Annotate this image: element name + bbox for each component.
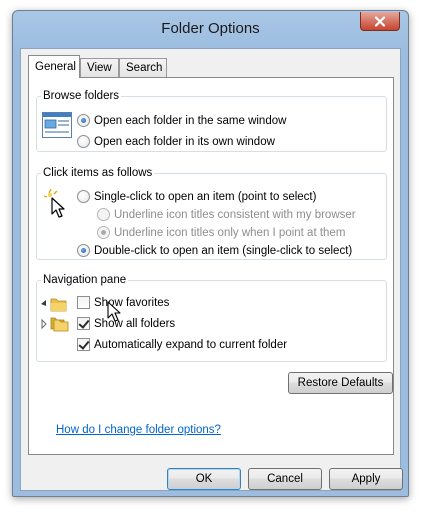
radio-double-click-label: Double-click to open an item (single-cli… xyxy=(94,244,353,257)
radio-button[interactable] xyxy=(77,114,90,127)
window-title: Folder Options xyxy=(161,20,260,37)
expanded-folder-icon xyxy=(41,298,67,312)
general-tab-panel: Browse folders Open each folder in the s… xyxy=(28,77,394,455)
radio-underline-point-label: Underline icon titles only when I point … xyxy=(114,226,346,239)
pointer-click-icon xyxy=(44,189,65,218)
radio-double-click[interactable]: Double-click to open an item (single-cli… xyxy=(77,244,352,257)
tab-general[interactable]: General xyxy=(28,55,80,78)
help-link[interactable]: How do I change folder options? xyxy=(56,424,221,436)
restore-defaults-button[interactable]: Restore Defaults xyxy=(288,372,393,394)
radio-same-window[interactable]: Open each folder in the same window xyxy=(77,114,286,127)
radio-own-window-label: Open each folder in its own window xyxy=(94,135,275,148)
radio-button[interactable] xyxy=(97,226,110,239)
ok-button[interactable]: OK xyxy=(167,468,241,490)
close-icon xyxy=(374,15,386,27)
browse-folders-legend: Browse folders xyxy=(43,90,120,102)
radio-button[interactable] xyxy=(77,190,90,203)
collapsed-folders-icon xyxy=(41,317,69,332)
checkbox[interactable] xyxy=(77,296,90,309)
radio-own-window[interactable]: Open each folder in its own window xyxy=(77,135,275,148)
radio-underline-browser[interactable]: Underline icon titles consistent with my… xyxy=(97,208,356,221)
cancel-button[interactable]: Cancel xyxy=(248,468,322,490)
checkbox-show-all-folders[interactable]: Show all folders xyxy=(77,317,175,330)
radio-button[interactable] xyxy=(77,135,90,148)
checkbox-auto-expand-label: Automatically expand to current folder xyxy=(94,338,288,351)
radio-same-window-label: Open each folder in the same window xyxy=(94,114,287,127)
checkbox-show-all-folders-label: Show all folders xyxy=(94,317,176,330)
checkbox-show-favorites-label: Show favorites xyxy=(94,296,170,309)
checkbox[interactable] xyxy=(77,338,90,351)
tab-search[interactable]: Search xyxy=(119,58,167,77)
close-button[interactable] xyxy=(360,12,400,31)
apply-button[interactable]: Apply xyxy=(329,468,403,490)
tab-view[interactable]: View xyxy=(80,58,119,77)
radio-button[interactable] xyxy=(97,208,110,221)
checkbox-auto-expand[interactable]: Automatically expand to current folder xyxy=(77,338,287,351)
title-bar[interactable]: Folder Options xyxy=(13,11,408,48)
navigation-pane-legend: Navigation pane xyxy=(43,274,127,286)
radio-single-click-label: Single-click to open an item (point to s… xyxy=(94,190,317,203)
dialog-client-area: General View Search Browse folders Open … xyxy=(20,48,403,491)
radio-single-click[interactable]: Single-click to open an item (point to s… xyxy=(77,190,316,203)
window-layout-icon xyxy=(42,112,72,138)
folder-options-window: Folder Options General View Search Brows… xyxy=(12,10,409,497)
radio-button[interactable] xyxy=(77,244,90,257)
checkbox-show-favorites[interactable]: Show favorites xyxy=(77,296,169,309)
radio-underline-browser-label: Underline icon titles consistent with my… xyxy=(114,208,356,221)
click-items-legend: Click items as follows xyxy=(43,167,153,179)
checkbox[interactable] xyxy=(77,317,90,330)
radio-underline-point[interactable]: Underline icon titles only when I point … xyxy=(97,226,345,239)
